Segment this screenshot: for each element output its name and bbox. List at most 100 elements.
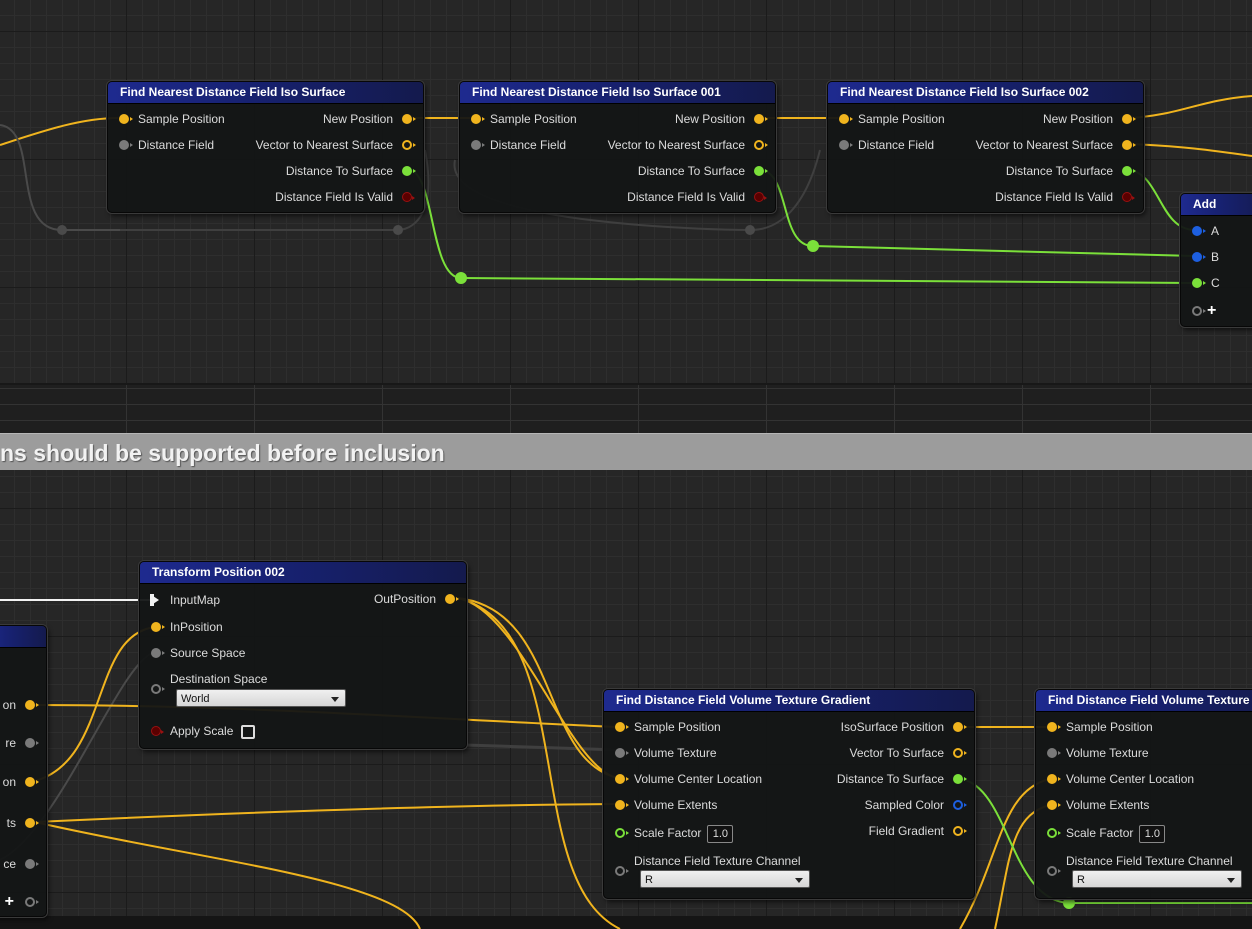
pin-icon[interactable] — [119, 114, 133, 124]
node-add[interactable]: Add A B C + — [1180, 193, 1252, 327]
pin-icon[interactable] — [953, 826, 967, 836]
pin-icon[interactable] — [471, 140, 485, 150]
pin-icon[interactable] — [754, 114, 768, 124]
pin-icon[interactable] — [25, 738, 39, 748]
pin-iso-position[interactable]: IsoSurface Position — [841, 717, 974, 737]
pin-input-map[interactable]: InputMap — [140, 590, 220, 610]
pin-volume-center[interactable]: Volume Center Location — [604, 769, 762, 789]
pin-icon[interactable] — [615, 800, 629, 810]
pin-icon[interactable] — [25, 777, 39, 787]
pin-distance-field-valid[interactable]: Distance Field Is Valid — [627, 187, 775, 207]
pin-distance-field[interactable]: Distance Field — [108, 135, 214, 155]
pin-icon[interactable] — [953, 800, 967, 810]
pin-icon[interactable] — [471, 114, 485, 124]
pin-icon[interactable] — [1047, 774, 1061, 784]
pin-icon[interactable] — [1192, 278, 1206, 288]
pin-icon[interactable] — [25, 859, 39, 869]
node-partial-left[interactable]: on re on ts ce + — [0, 625, 47, 917]
pin-vector-to-surface[interactable]: Vector to Nearest Surface — [256, 135, 423, 155]
pin-sample-position[interactable]: Sample Position — [108, 109, 225, 129]
pin-sample-position[interactable]: Sample Position — [1036, 717, 1153, 737]
pin-icon[interactable] — [615, 748, 629, 758]
pin-icon[interactable] — [151, 684, 165, 694]
pin-icon[interactable] — [151, 648, 165, 658]
pin-icon[interactable] — [615, 722, 629, 732]
pin-icon[interactable] — [402, 192, 415, 202]
pin-b[interactable]: B — [1181, 247, 1219, 267]
pin-a[interactable]: A — [1181, 221, 1219, 241]
pin-output[interactable]: re — [5, 733, 46, 753]
pin-vector-to-surface[interactable]: Vector To Surface — [850, 743, 975, 763]
add-pin-button[interactable]: + — [5, 892, 46, 912]
pin-volume-center[interactable]: Volume Center Location — [1036, 769, 1194, 789]
pin-icon[interactable] — [1047, 828, 1061, 838]
pin-destination-space[interactable]: Destination Space — [140, 669, 267, 694]
pin-icon[interactable] — [1122, 140, 1136, 150]
pin-icon[interactable] — [1122, 192, 1135, 202]
pin-vector-to-surface[interactable]: Vector to Nearest Surface — [976, 135, 1143, 155]
pin-distance-field[interactable]: Distance Field — [828, 135, 934, 155]
exec-pin-icon[interactable] — [150, 594, 159, 606]
pin-distance-to-surface[interactable]: Distance To Surface — [286, 161, 423, 181]
pin-icon[interactable] — [754, 166, 768, 176]
pin-icon[interactable] — [754, 140, 768, 150]
pin-sample-position[interactable]: Sample Position — [828, 109, 945, 129]
pin-new-position[interactable]: New Position — [1043, 109, 1143, 129]
scale-factor-input[interactable]: 1.0 — [1139, 824, 1166, 843]
pin-volume-extents[interactable]: Volume Extents — [1036, 795, 1149, 815]
pin-sample-position[interactable]: Sample Position — [460, 109, 577, 129]
pin-icon[interactable] — [25, 700, 39, 710]
plus-icon[interactable]: + — [5, 893, 14, 910]
texture-channel-dropdown[interactable]: R — [640, 870, 810, 888]
pin-icon[interactable] — [615, 774, 629, 784]
pin-volume-texture[interactable]: Volume Texture — [1036, 743, 1149, 763]
pin-icon[interactable] — [402, 166, 416, 176]
pin-output[interactable]: on — [3, 772, 46, 792]
pin-new-position[interactable]: New Position — [323, 109, 423, 129]
pin-icon[interactable] — [445, 594, 459, 604]
pin-icon[interactable] — [953, 722, 967, 732]
pin-icon[interactable] — [1192, 226, 1206, 236]
pin-icon[interactable] — [839, 114, 853, 124]
pin-volume-extents[interactable]: Volume Extents — [604, 795, 717, 815]
pin-distance-to-surface[interactable]: Distance To Surface — [638, 161, 775, 181]
pin-texture-channel[interactable]: Distance Field Texture Channel — [1036, 851, 1233, 876]
pin-apply-scale[interactable]: Apply Scale — [140, 721, 256, 741]
pin-icon[interactable] — [615, 828, 629, 838]
pin-icon[interactable] — [754, 192, 767, 202]
pin-icon[interactable] — [1192, 252, 1206, 262]
node-find-iso-surface[interactable]: Find Nearest Distance Field Iso Surface … — [107, 81, 424, 213]
pin-output[interactable]: on — [3, 695, 46, 715]
destination-space-dropdown[interactable]: World — [176, 689, 346, 707]
pin-icon[interactable] — [839, 140, 853, 150]
pin-volume-texture[interactable]: Volume Texture — [604, 743, 717, 763]
pin-icon[interactable] — [402, 114, 416, 124]
pin-icon[interactable] — [1122, 114, 1136, 124]
node-find-iso-surface-002[interactable]: Find Nearest Distance Field Iso Surface … — [827, 81, 1144, 213]
pin-icon[interactable] — [119, 140, 133, 150]
node-volume-texture-partial[interactable]: Find Distance Field Volume Texture Sampl… — [1035, 689, 1252, 899]
add-pin-button[interactable]: + — [1181, 301, 1216, 321]
pin-icon[interactable] — [953, 748, 967, 758]
pin-icon[interactable] — [1047, 748, 1061, 758]
pin-icon[interactable] — [25, 818, 39, 828]
pin-distance-field[interactable]: Distance Field — [460, 135, 566, 155]
pin-icon[interactable] — [402, 140, 416, 150]
pin-icon[interactable] — [151, 622, 165, 632]
pin-vector-to-surface[interactable]: Vector to Nearest Surface — [608, 135, 775, 155]
pin-scale-factor[interactable]: Scale Factor 1.0 — [604, 823, 734, 843]
pin-scale-factor[interactable]: Scale Factor 1.0 — [1036, 823, 1166, 843]
pin-out-position[interactable]: OutPosition — [374, 589, 466, 609]
pin-icon[interactable] — [615, 866, 629, 876]
pin-output[interactable]: ts — [7, 813, 46, 833]
pin-sampled-color[interactable]: Sampled Color — [865, 795, 974, 815]
pin-sample-position[interactable]: Sample Position — [604, 717, 721, 737]
texture-channel-dropdown[interactable]: R — [1072, 870, 1242, 888]
pin-distance-to-surface[interactable]: Distance To Surface — [837, 769, 974, 789]
pin-icon[interactable] — [1122, 166, 1136, 176]
pin-icon[interactable] — [1047, 866, 1061, 876]
pin-in-position[interactable]: InPosition — [140, 617, 223, 637]
pin-output[interactable]: ce — [3, 854, 46, 874]
pin-distance-field-valid[interactable]: Distance Field Is Valid — [995, 187, 1143, 207]
pin-icon[interactable] — [151, 726, 164, 736]
